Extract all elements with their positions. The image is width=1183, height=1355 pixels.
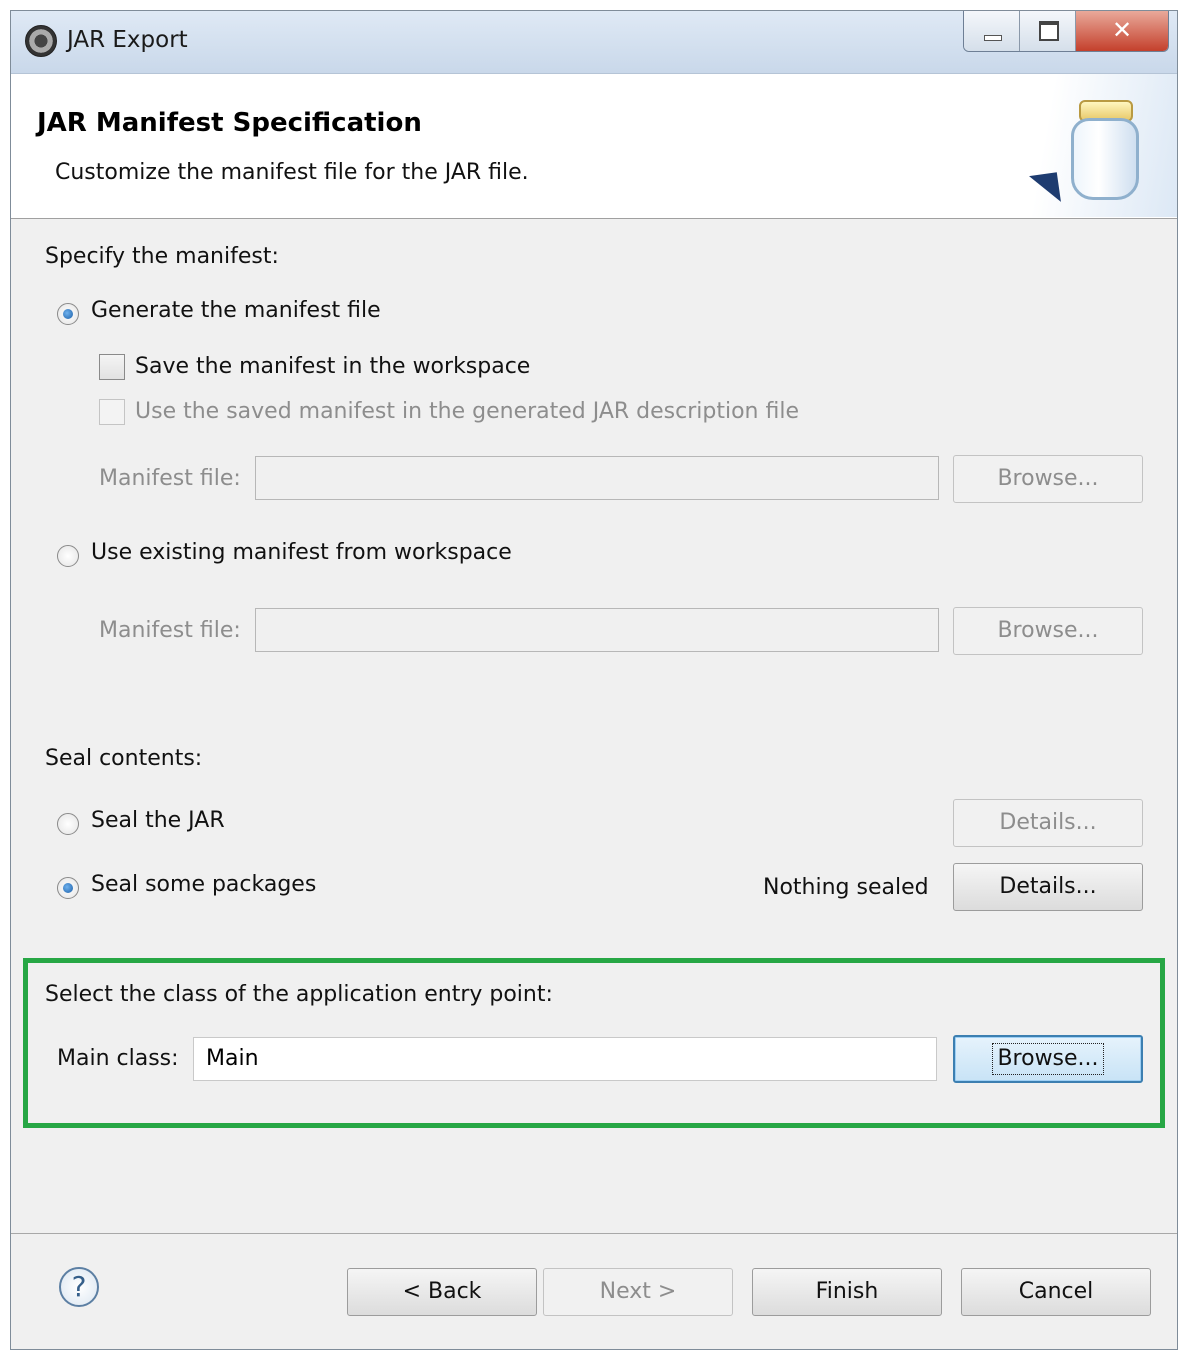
- use-saved-manifest-label: Use the saved manifest in the generated …: [135, 399, 799, 424]
- seal-packages-details-button[interactable]: Details...: [953, 863, 1143, 911]
- seal-some-packages-label[interactable]: Seal some packages: [91, 872, 316, 897]
- jar-export-dialog: JAR Export ✕ JAR Manifest Specification …: [10, 10, 1178, 1350]
- page-description: Customize the manifest file for the JAR …: [55, 160, 529, 185]
- main-class-browse-label: Browse...: [992, 1043, 1104, 1075]
- page-title: JAR Manifest Specification: [37, 108, 422, 138]
- finish-button[interactable]: Finish: [752, 1268, 942, 1316]
- jar-icon: [1071, 118, 1139, 200]
- existing-manifest-label[interactable]: Use existing manifest from workspace: [91, 540, 512, 565]
- seal-jar-radio[interactable]: [57, 813, 79, 835]
- seal-some-packages-radio[interactable]: [57, 877, 79, 899]
- wizard-header: JAR Manifest Specification Customize the…: [11, 74, 1177, 219]
- main-class-browse-button[interactable]: Browse...: [953, 1035, 1143, 1083]
- help-icon[interactable]: ?: [59, 1267, 99, 1307]
- entry-point-label: Select the class of the application entr…: [45, 982, 553, 1007]
- window-title: JAR Export: [67, 27, 188, 53]
- manifest-browse-button[interactable]: Browse...: [953, 455, 1143, 503]
- existing-manifest-file-label: Manifest file:: [99, 618, 241, 643]
- existing-manifest-radio[interactable]: [57, 545, 79, 567]
- eclipse-icon: [25, 25, 57, 57]
- use-saved-manifest-checkbox[interactable]: [99, 399, 125, 425]
- specify-manifest-label: Specify the manifest:: [45, 244, 279, 269]
- manifest-file-label: Manifest file:: [99, 466, 241, 491]
- back-button[interactable]: < Back: [347, 1268, 537, 1316]
- footer-separator: [11, 1233, 1177, 1234]
- existing-manifest-browse-button[interactable]: Browse...: [953, 607, 1143, 655]
- minimize-icon: [984, 35, 1002, 41]
- save-manifest-label[interactable]: Save the manifest in the workspace: [135, 354, 530, 379]
- cancel-button[interactable]: Cancel: [961, 1268, 1151, 1316]
- seal-jar-details-button[interactable]: Details...: [953, 799, 1143, 847]
- save-manifest-checkbox[interactable]: [99, 354, 125, 380]
- maximize-icon: [1039, 21, 1059, 41]
- close-icon: ✕: [1111, 16, 1133, 44]
- maximize-button[interactable]: [1020, 11, 1076, 51]
- next-button[interactable]: Next >: [543, 1268, 733, 1316]
- generate-manifest-label[interactable]: Generate the manifest file: [91, 298, 381, 323]
- seal-contents-label: Seal contents:: [45, 746, 203, 771]
- generate-manifest-radio[interactable]: [57, 303, 79, 325]
- manifest-file-field[interactable]: [255, 456, 939, 500]
- main-class-label: Main class:: [57, 1046, 179, 1071]
- minimize-button[interactable]: [964, 11, 1020, 51]
- main-class-input[interactable]: Main: [193, 1037, 937, 1081]
- seal-status-text: Nothing sealed: [763, 875, 929, 900]
- window-controls: ✕: [963, 11, 1169, 52]
- seal-jar-label[interactable]: Seal the JAR: [91, 808, 225, 833]
- close-button[interactable]: ✕: [1076, 11, 1168, 51]
- export-arrow-icon: [1029, 172, 1061, 206]
- title-bar[interactable]: JAR Export ✕: [11, 11, 1177, 74]
- existing-manifest-file-field[interactable]: [255, 608, 939, 652]
- header-banner: [977, 74, 1177, 217]
